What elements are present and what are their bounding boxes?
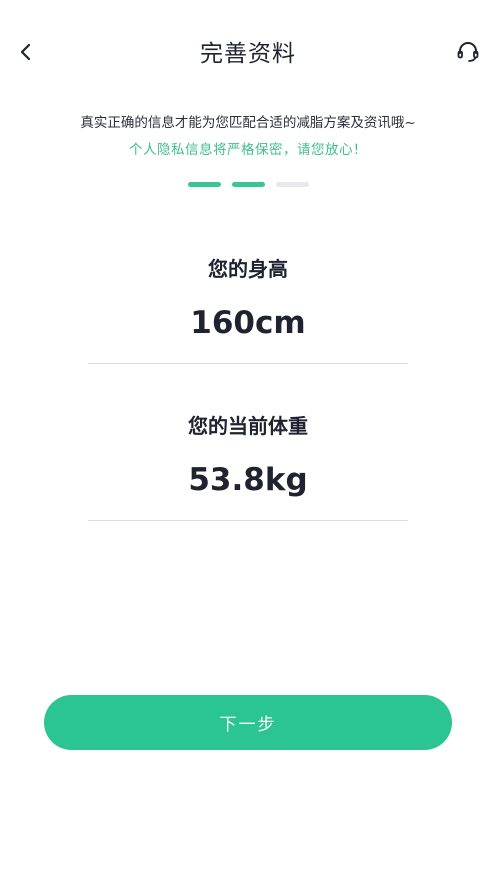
headset-icon (457, 42, 479, 62)
step-1-indicator (187, 182, 221, 187)
privacy-notice: 个人隐私信息将严格保密，请您放心！ (129, 142, 367, 158)
height-label: 您的身高 (208, 257, 288, 281)
height-divider (88, 363, 408, 364)
weight-divider (88, 520, 408, 521)
profile-setup-page: 完善资料 真实正确的信息才能为您匹配合适的减脂方案及资讯哦~ 个人隐私信息将严格… (0, 0, 496, 881)
step-2-indicator (231, 182, 265, 187)
step-3-indicator (275, 182, 309, 187)
page-title: 完善资料 (200, 41, 296, 67)
weight-value[interactable]: 53.8kg (0, 462, 496, 498)
height-value[interactable]: 160cm (0, 305, 496, 341)
accuracy-notice: 真实正确的信息才能为您匹配合适的减脂方案及资讯哦~ (80, 115, 416, 131)
weight-label: 您的当前体重 (188, 414, 308, 438)
customer-service-button[interactable] (454, 38, 482, 66)
step-indicator (0, 182, 496, 187)
next-button[interactable]: 下一步 (44, 695, 452, 750)
